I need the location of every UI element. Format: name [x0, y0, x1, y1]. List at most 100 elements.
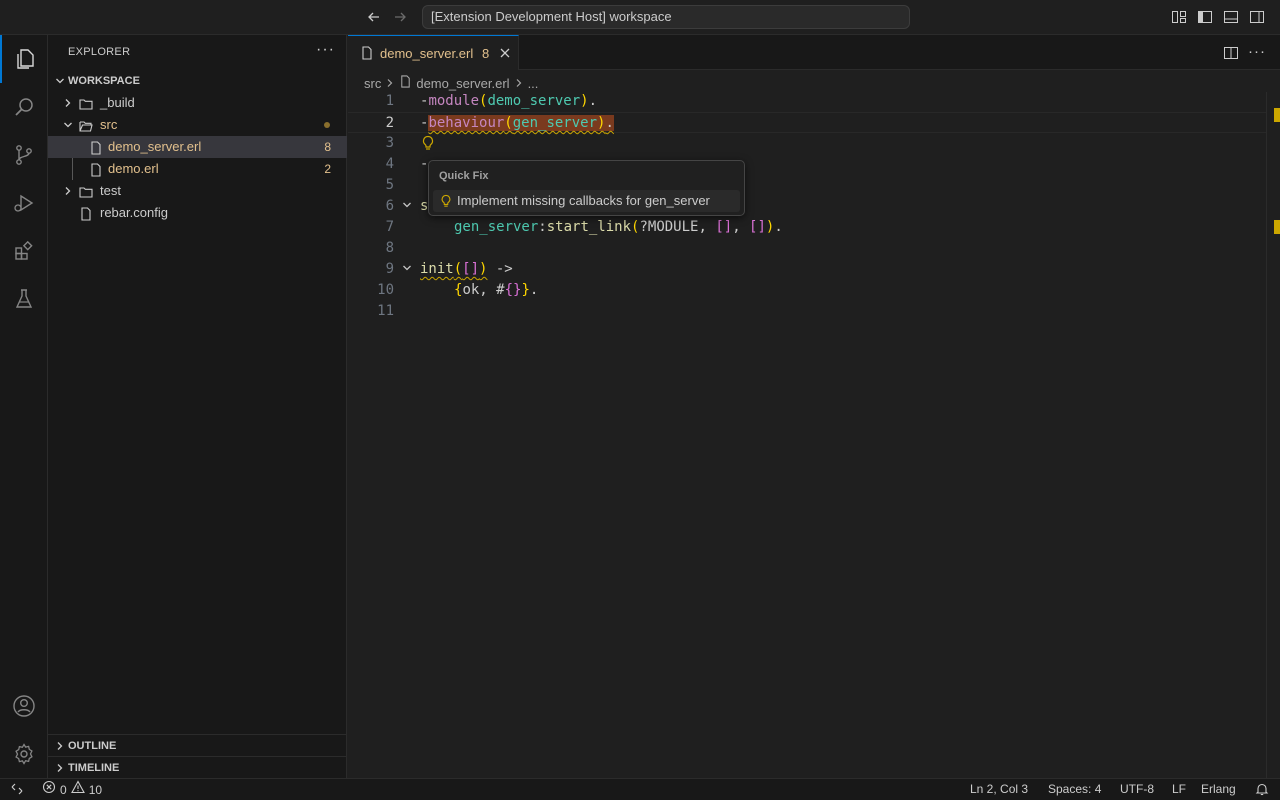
- code-text: gen_server:start_link(?MODULE, [], []).: [454, 219, 783, 235]
- tab-label: demo_server.erl: [380, 46, 474, 61]
- breadcrumb-file[interactable]: demo_server.erl: [416, 76, 509, 91]
- problems-indicator[interactable]: 0 10: [42, 779, 102, 800]
- line-number: 1: [385, 93, 394, 109]
- explorer-sidebar: EXPLORER ··· WORKSPACE _build src demo_s…: [48, 35, 347, 778]
- quick-fix-action[interactable]: Implement missing callbacks for gen_serv…: [433, 190, 740, 212]
- vertical-scrollbar[interactable]: [1266, 92, 1280, 778]
- line-number: 9: [385, 261, 394, 277]
- file-icon: [89, 162, 103, 177]
- chevron-right-icon: [60, 180, 76, 202]
- cursor-position[interactable]: Ln 2, Col 3: [970, 779, 1028, 800]
- command-center[interactable]: [Extension Development Host] workspace: [422, 5, 910, 29]
- file-icon: [399, 75, 412, 91]
- line-number: 8: [385, 240, 394, 256]
- warning-marker: [1274, 108, 1280, 122]
- timeline-label: TIMELINE: [68, 762, 120, 774]
- tree-item-demo[interactable]: demo.erl 2: [48, 158, 347, 180]
- problem-badge: 8: [324, 140, 331, 154]
- line-number: 4: [385, 156, 394, 172]
- indentation[interactable]: Spaces: 4: [1048, 779, 1101, 800]
- encoding[interactable]: UTF-8: [1120, 779, 1154, 800]
- error-icon: [42, 780, 56, 800]
- outline-section-header[interactable]: OUTLINE: [48, 735, 347, 757]
- folder-icon: [79, 96, 93, 110]
- tree-item-label: demo_server.erl: [108, 139, 202, 154]
- file-icon: [79, 206, 93, 221]
- line-number: 3: [385, 135, 394, 151]
- code-line-current: 2 -behaviour(gen_server).: [348, 112, 1266, 133]
- toggle-primary-sidebar-icon[interactable]: [1197, 9, 1213, 25]
- tree-item-label: test: [100, 183, 121, 198]
- tree-item-test[interactable]: test: [48, 180, 347, 202]
- chevron-down-icon: [52, 70, 68, 92]
- file-icon: [89, 140, 103, 155]
- tree-item-label: rebar.config: [100, 205, 168, 220]
- line-number: 10: [377, 282, 394, 298]
- tree-item-build[interactable]: _build: [48, 92, 347, 114]
- tree-item-label: _build: [100, 95, 135, 110]
- workspace-section-header[interactable]: WORKSPACE: [48, 70, 347, 92]
- code-line: 7 gen_server:start_link(?MODULE, [], [])…: [348, 217, 1266, 238]
- customize-layout-icon[interactable]: [1171, 9, 1187, 25]
- title-bar: [Extension Development Host] workspace: [0, 0, 1280, 35]
- chevron-down-icon: [60, 114, 76, 136]
- code-line: 11: [348, 301, 1266, 322]
- chevron-right-icon: [52, 757, 68, 779]
- back-arrow-icon[interactable]: [366, 9, 382, 25]
- quick-fix-action-label: Implement missing callbacks for gen_serv…: [457, 193, 710, 208]
- breadcrumb-symbol[interactable]: ...: [528, 76, 539, 91]
- tab-demo-server[interactable]: demo_server.erl 8: [348, 35, 519, 70]
- code-text: -module(demo_server).: [420, 93, 598, 109]
- activity-bar: [0, 35, 48, 778]
- toggle-secondary-sidebar-icon[interactable]: [1249, 9, 1265, 25]
- error-count: 0: [60, 782, 67, 797]
- modified-dot: [324, 122, 330, 128]
- chevron-right-icon: [385, 76, 395, 91]
- more-actions-icon[interactable]: ···: [316, 41, 335, 59]
- testing-icon[interactable]: [0, 275, 48, 323]
- end-of-line[interactable]: LF: [1172, 779, 1186, 800]
- breadcrumb-folder[interactable]: src: [364, 76, 381, 91]
- folder-open-icon: [79, 118, 93, 132]
- extensions-icon[interactable]: [0, 227, 48, 275]
- code-text: -behaviour(gen_server).: [420, 115, 614, 131]
- language-mode[interactable]: Erlang: [1201, 779, 1236, 800]
- folder-icon: [79, 184, 93, 198]
- notifications-bell-icon[interactable]: [1255, 782, 1269, 800]
- editor-group: demo_server.erl 8 ··· src demo_server.er…: [348, 35, 1280, 778]
- search-icon[interactable]: [0, 83, 48, 131]
- explorer-icon[interactable]: [0, 35, 48, 83]
- remote-icon[interactable]: [10, 782, 24, 800]
- run-debug-icon[interactable]: [0, 179, 48, 227]
- forward-arrow-icon[interactable]: [392, 9, 408, 25]
- tree-item-label: demo.erl: [108, 161, 159, 176]
- settings-gear-icon[interactable]: [0, 730, 48, 778]
- code-line: 9 init([]) ->: [348, 259, 1266, 280]
- source-control-icon[interactable]: [0, 131, 48, 179]
- tree-item-label: src: [100, 117, 118, 132]
- toggle-panel-icon[interactable]: [1223, 9, 1239, 25]
- line-number: 11: [377, 303, 394, 319]
- fold-chevron-icon[interactable]: [402, 259, 412, 280]
- sidebar-title: EXPLORER: [68, 46, 131, 58]
- outline-label: OUTLINE: [68, 740, 117, 752]
- code-line: 3: [348, 133, 1266, 154]
- line-number: 5: [385, 177, 394, 193]
- quick-fix-menu: Quick Fix Implement missing callbacks fo…: [428, 160, 745, 216]
- code-text: {ok, #{}}.: [454, 282, 539, 298]
- tree-item-demo-server[interactable]: demo_server.erl 8: [48, 136, 347, 158]
- more-actions-icon[interactable]: ···: [1248, 43, 1266, 60]
- chevron-right-icon: [514, 76, 524, 91]
- split-editor-icon[interactable]: [1223, 45, 1239, 64]
- tree-item-rebar-config[interactable]: rebar.config: [48, 202, 347, 224]
- tab-bar: demo_server.erl 8 ···: [348, 35, 1280, 70]
- account-icon[interactable]: [0, 682, 48, 730]
- breadcrumb: src demo_server.erl ...: [364, 74, 538, 92]
- tree-item-src[interactable]: src: [48, 114, 347, 136]
- code-line: 8: [348, 238, 1266, 259]
- warning-marker: [1274, 220, 1280, 234]
- close-icon[interactable]: [497, 45, 513, 61]
- line-number: 7: [385, 219, 394, 235]
- fold-chevron-icon[interactable]: [402, 196, 412, 217]
- timeline-section-header[interactable]: TIMELINE: [48, 757, 347, 779]
